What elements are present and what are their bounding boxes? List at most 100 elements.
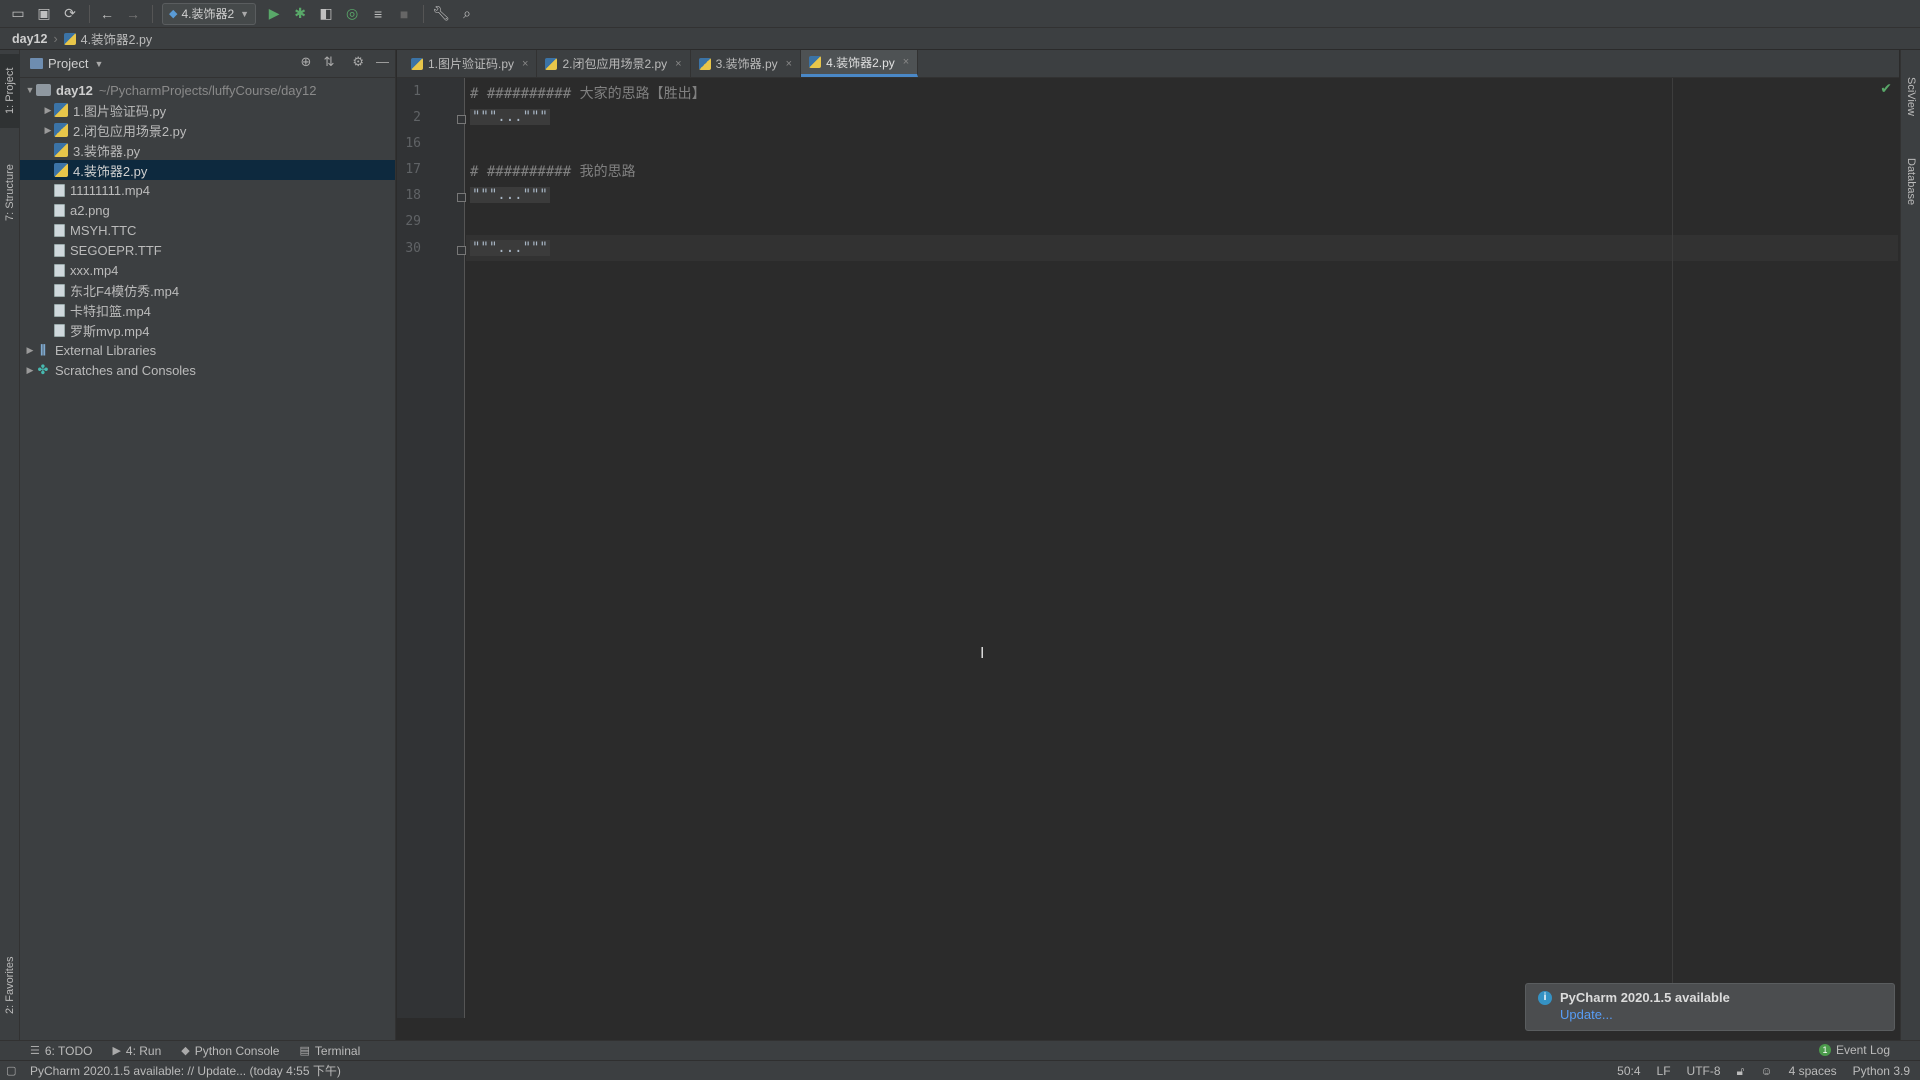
back-icon[interactable]: ←	[95, 2, 119, 26]
open-icon[interactable]: ▭	[6, 2, 30, 26]
code-line: # ########## 我的思路	[470, 161, 636, 181]
terminal-button[interactable]: ▤ Terminal	[299, 1044, 360, 1058]
right-tool-strip: SciView Database	[1900, 50, 1920, 1040]
lock-icon[interactable]: 🔓︎	[1737, 1064, 1745, 1079]
profile-icon[interactable]: ◎	[340, 2, 364, 26]
code-text: # ########## 我的思路	[470, 164, 636, 180]
tab-structure[interactable]: 7: Structure	[0, 148, 20, 238]
status-message[interactable]: PyCharm 2020.1.5 available: // Update...…	[30, 1062, 341, 1079]
event-log-button[interactable]: 1 Event Log	[1818, 1043, 1890, 1057]
tab-sciview-label: SciView	[1905, 76, 1917, 116]
run-button[interactable]: ▶ 4: Run	[112, 1044, 161, 1058]
main-toolbar: ▭ ▣ ⟳ ← → ◆ 4.装饰器2 ▼ ▶ ✱ ◧ ◎ ≡ ■ 🔧︎ ⌕	[0, 0, 1920, 28]
run-icon[interactable]: ▶	[262, 2, 286, 26]
editor-tab[interactable]: 1.图片验证码.py ×	[403, 50, 538, 77]
project-tree: ▼ day12 ~/PycharmProjects/luffyCourse/da…	[20, 78, 395, 380]
close-icon[interactable]: ×	[522, 58, 528, 70]
project-panel: Project ▼ ⊕ ⇅ ⚙ — ▼ day12 ~/PycharmProje…	[20, 50, 396, 1040]
tree-file-item[interactable]: xxx.mp4	[20, 260, 395, 280]
editor-tab[interactable]: 4.装饰器2.py ×	[801, 50, 919, 77]
tab-project[interactable]: 1: Project	[0, 54, 20, 128]
minimize-icon[interactable]: —	[376, 54, 389, 70]
search-icon[interactable]: ⌕	[455, 2, 479, 26]
terminal-label: Terminal	[314, 1043, 361, 1058]
run-configuration-selector[interactable]: ◆ 4.装饰器2 ▼	[162, 2, 257, 25]
collapsed-arrow-icon[interactable]: ▶	[42, 105, 54, 116]
inspector-icon[interactable]: ☺	[1760, 1064, 1772, 1079]
chevron-down-icon: ▼	[240, 8, 250, 19]
scratches-label: Scratches and Consoles	[55, 362, 196, 378]
tree-file-item[interactable]: 罗斯mvp.mp4	[20, 320, 395, 340]
close-icon[interactable]: ×	[903, 56, 909, 68]
collapsed-arrow-icon[interactable]: ▶	[24, 365, 36, 376]
breadcrumb-project[interactable]: day12	[12, 32, 47, 46]
collapsed-arrow-icon[interactable]: ▶	[24, 345, 36, 356]
editor-tab-label: 4.装饰器2.py	[826, 55, 895, 70]
tree-file-item[interactable]: ▶ 2.闭包应用场景2.py	[20, 120, 395, 140]
close-icon[interactable]: ×	[786, 58, 792, 70]
tree-file-item[interactable]: SEGOEPR.TTF	[20, 240, 395, 260]
sync-icon[interactable]: ⟳	[58, 2, 82, 26]
fold-expand-icon[interactable]	[457, 246, 466, 255]
python-console-icon: ◆	[181, 1045, 190, 1057]
update-link[interactable]: Update...	[1560, 1007, 1882, 1022]
tree-file-item[interactable]: 11111111.mp4	[20, 180, 395, 200]
line-separator[interactable]: LF	[1657, 1064, 1671, 1079]
file-encoding[interactable]: UTF-8	[1687, 1064, 1721, 1079]
python-file-icon	[545, 57, 558, 70]
caret-position[interactable]: 50:4	[1617, 1064, 1640, 1079]
status-bar: ▢ PyCharm 2020.1.5 available: // Update.…	[0, 1060, 1920, 1080]
tree-file-item[interactable]: 东北F4模仿秀.mp4	[20, 280, 395, 300]
collapsed-docstring[interactable]: """..."""	[470, 187, 550, 203]
tree-file-item[interactable]: 3.装饰器.py	[20, 140, 395, 160]
save-icon[interactable]: ▣	[32, 2, 56, 26]
tree-file-item[interactable]: 4.装饰器2.py	[20, 160, 395, 180]
gear-icon[interactable]: ⚙	[352, 54, 364, 70]
tree-file-label: 卡特扣篮.mp4	[70, 303, 151, 319]
collapsed-docstring[interactable]: """..."""	[470, 240, 550, 256]
close-icon[interactable]: ×	[675, 58, 681, 70]
tree-external-libraries[interactable]: ▶ ⫼ External Libraries	[20, 340, 395, 360]
collapse-all-icon[interactable]: ⇅	[323, 54, 334, 70]
python-interpreter[interactable]: Python 3.9	[1853, 1064, 1910, 1079]
concurrency-icon[interactable]: ≡	[366, 2, 390, 26]
locate-icon[interactable]: ⊕	[301, 54, 312, 70]
tree-file-item[interactable]: a2.png	[20, 200, 395, 220]
tree-scratches[interactable]: ▶ ✤ Scratches and Consoles	[20, 360, 395, 380]
debug-icon[interactable]: ✱	[288, 2, 312, 26]
collapsed-arrow-icon[interactable]: ▶	[42, 125, 54, 136]
fold-expand-icon[interactable]	[457, 115, 466, 124]
tab-favorites[interactable]: 2: Favorites	[0, 940, 20, 1030]
update-notification[interactable]: i PyCharm 2020.1.5 available Update...	[1525, 983, 1895, 1031]
editor-tab[interactable]: 2.闭包应用场景2.py ×	[537, 50, 691, 77]
tab-database[interactable]: Database	[1901, 142, 1920, 222]
file-icon	[54, 323, 65, 337]
expanded-arrow-icon[interactable]: ▼	[24, 85, 36, 95]
chevron-down-icon[interactable]: ▼	[94, 59, 103, 69]
todo-button[interactable]: ☰ 6: TODO	[30, 1044, 92, 1058]
forward-icon[interactable]: →	[121, 2, 145, 26]
coverage-icon[interactable]: ◧	[314, 2, 338, 26]
list-icon: ☰	[30, 1045, 40, 1057]
tree-file-item[interactable]: ▶ 1.图片验证码.py	[20, 100, 395, 120]
tab-project-label: 1: Project	[4, 67, 16, 115]
tree-root[interactable]: ▼ day12 ~/PycharmProjects/luffyCourse/da…	[20, 80, 395, 100]
code-editor[interactable]: ✔ # ########## 大家的思路【胜出】 """...""" # #####…	[466, 78, 1898, 1018]
toggle-tool-windows-icon[interactable]: ▢	[6, 1064, 16, 1077]
project-panel-title[interactable]: Project	[48, 56, 88, 71]
python-console-button[interactable]: ◆ Python Console	[181, 1044, 279, 1058]
tree-file-item[interactable]: MSYH.TTC	[20, 220, 395, 240]
wrench-icon[interactable]: 🔧︎	[429, 2, 453, 26]
tab-sciview[interactable]: SciView	[1901, 60, 1920, 132]
tree-file-item[interactable]: 卡特扣篮.mp4	[20, 300, 395, 320]
fold-expand-icon[interactable]	[457, 193, 466, 202]
editor-tab[interactable]: 3.装饰器.py ×	[691, 50, 802, 77]
tool-window-bar: ☰ 6: TODO ▶ 4: Run ◆ Python Console ▤ Te…	[0, 1040, 1920, 1060]
collapsed-docstring[interactable]: """..."""	[470, 109, 550, 125]
editor-tab-label: 3.装饰器.py	[715, 57, 778, 71]
code-line: """..."""	[470, 240, 550, 256]
stop-icon[interactable]: ■	[392, 2, 416, 26]
tree-file-label: 1.图片验证码.py	[73, 103, 167, 119]
indent-setting[interactable]: 4 spaces	[1789, 1064, 1837, 1079]
breadcrumb-file[interactable]: 4.装饰器2.py	[81, 29, 153, 48]
